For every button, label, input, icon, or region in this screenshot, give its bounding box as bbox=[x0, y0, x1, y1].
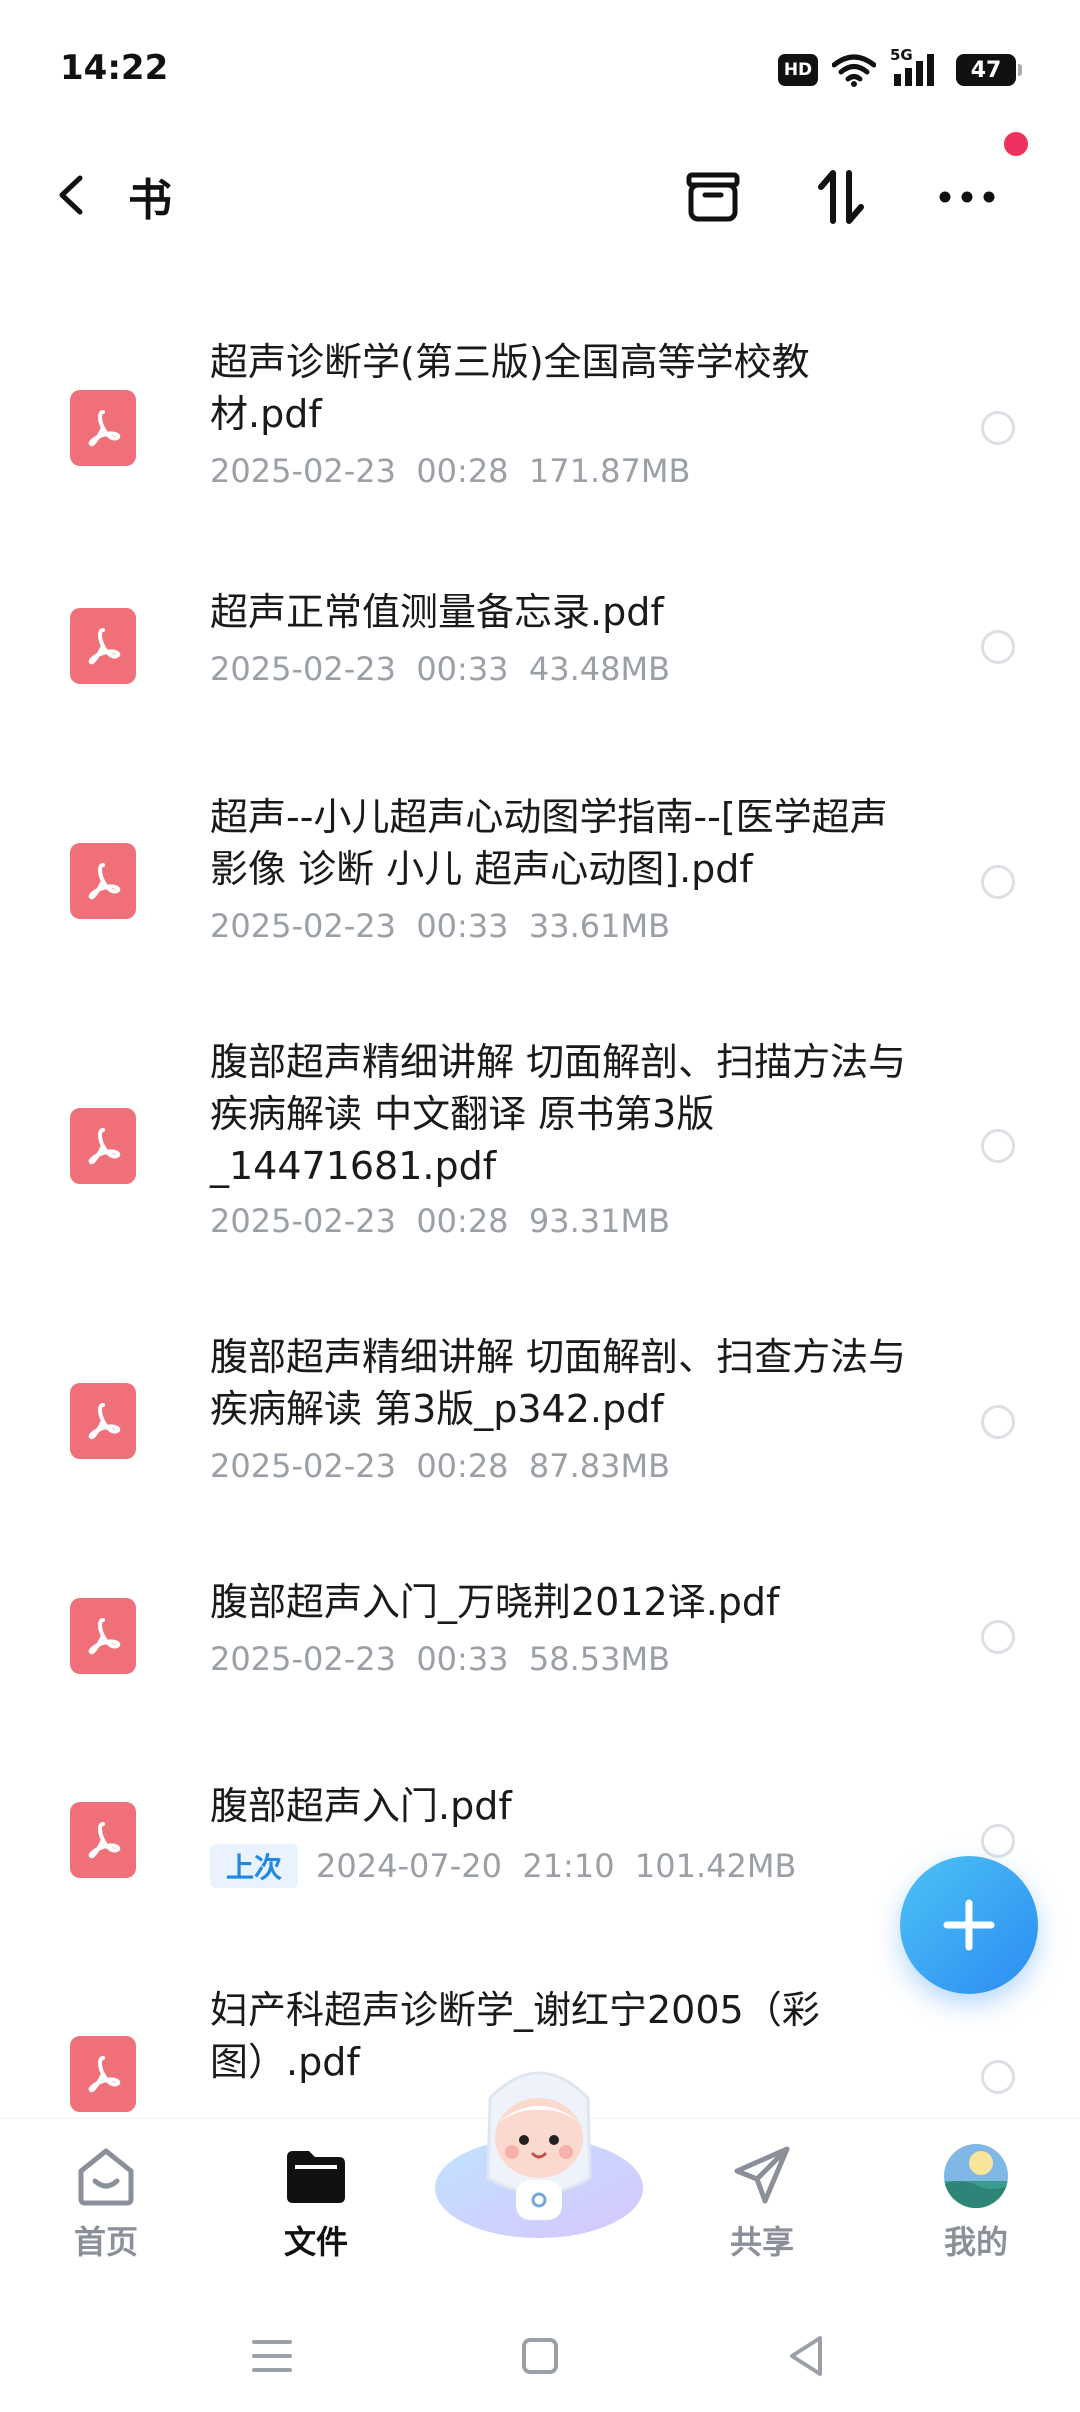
select-checkbox[interactable] bbox=[981, 865, 1015, 899]
pdf-file-icon bbox=[70, 390, 136, 466]
file-meta-text: 2025-02-23 00:28 93.31MB bbox=[210, 1202, 671, 1240]
file-item[interactable]: 超声诊断学(第三版)全国高等学校教材.pdf 2025-02-23 00:28 … bbox=[0, 340, 1080, 540]
system-nav-bar bbox=[0, 2300, 1080, 2412]
nav-mine-label: 我的 bbox=[943, 2223, 1008, 2261]
page-title: 书 bbox=[128, 175, 172, 226]
header: 书 bbox=[0, 140, 1080, 250]
sort-button[interactable] bbox=[806, 162, 876, 232]
file-meta: 2025-02-23 00:33 43.48MB bbox=[210, 650, 670, 688]
file-meta: 2025-02-23 00:28 171.87MB bbox=[210, 452, 690, 490]
status-time: 14:22 bbox=[60, 48, 169, 88]
mascot-button[interactable] bbox=[430, 2058, 648, 2240]
select-checkbox[interactable] bbox=[981, 2060, 1015, 2094]
file-list: 超声诊断学(第三版)全国高等学校教材.pdf 2025-02-23 00:28 … bbox=[0, 300, 1080, 2118]
file-meta: 上次 2024-07-20 21:10 101.42MB bbox=[210, 1844, 796, 1888]
pdf-file-icon bbox=[70, 1598, 136, 1674]
nav-share[interactable]: 共享 bbox=[692, 2119, 832, 2301]
nav-mine[interactable]: 我的 bbox=[906, 2119, 1046, 2301]
select-checkbox[interactable] bbox=[981, 1129, 1015, 1163]
pdf-file-icon bbox=[70, 2036, 136, 2112]
pdf-file-icon bbox=[70, 1383, 136, 1459]
cell-signal-icon: 5G bbox=[890, 46, 942, 88]
back-icon[interactable] bbox=[48, 170, 98, 220]
file-meta-text: 2025-02-23 00:33 58.53MB bbox=[210, 1640, 671, 1678]
file-name: 腹部超声精细讲解 切面解剖、扫查方法与疾病解读 第3版_p342.pdf bbox=[210, 1335, 907, 1431]
select-checkbox[interactable] bbox=[981, 1405, 1015, 1439]
notification-dot bbox=[1004, 132, 1028, 156]
file-name: 超声诊断学(第三版)全国高等学校教材.pdf bbox=[210, 340, 810, 436]
triangle-back-icon bbox=[790, 2336, 822, 2376]
folder-icon bbox=[281, 2141, 351, 2211]
battery-icon: 47 bbox=[956, 54, 1022, 86]
status-bar: 14:22 HD 5G 47 bbox=[0, 0, 1080, 140]
file-item[interactable]: 腹部超声精细讲解 切面解剖、扫查方法与疾病解读 第3版_p342.pdf 202… bbox=[0, 1335, 1080, 1535]
file-name: 超声正常值测量备忘录.pdf bbox=[210, 590, 664, 634]
home-icon bbox=[71, 2141, 141, 2211]
file-name: 腹部超声入门_万晓荆2012译.pdf bbox=[210, 1580, 780, 1624]
select-checkbox[interactable] bbox=[981, 630, 1015, 664]
file-name: 超声--小儿超声心动图学指南--[医学超声 影像 诊断 小儿 超声心动图].pd… bbox=[210, 795, 888, 891]
file-meta: 2025-02-23 00:28 93.31MB bbox=[210, 1202, 670, 1240]
archive-button[interactable] bbox=[678, 162, 748, 232]
pdf-file-icon bbox=[70, 608, 136, 684]
file-meta: 2025-02-23 00:28 87.83MB bbox=[210, 1447, 670, 1485]
plus-icon bbox=[943, 1899, 995, 1951]
file-meta: 2025-02-23 00:33 58.53MB bbox=[210, 1640, 670, 1678]
file-item[interactable]: 超声--小儿超声心动图学指南--[医学超声 影像 诊断 小儿 超声心动图].pd… bbox=[0, 795, 1080, 995]
share-icon bbox=[727, 2141, 797, 2211]
menu-nav-button[interactable] bbox=[242, 2326, 302, 2386]
status-icons: HD 5G 47 bbox=[778, 46, 1022, 88]
select-checkbox[interactable] bbox=[981, 1824, 1015, 1858]
select-checkbox[interactable] bbox=[981, 1620, 1015, 1654]
avatar bbox=[941, 2141, 1011, 2211]
file-meta-text: 2025-02-23 00:33 43.48MB bbox=[210, 650, 671, 688]
file-item[interactable]: 腹部超声精细讲解 切面解剖、扫描方法与疾病解读 中文翻译 原书第3版_14471… bbox=[0, 1040, 1080, 1290]
file-meta-text: 2025-02-23 00:28 171.87MB bbox=[210, 452, 691, 490]
file-item[interactable]: 腹部超声入门_万晓荆2012译.pdf 2025-02-23 00:33 58.… bbox=[0, 1580, 1080, 1730]
pdf-file-icon bbox=[70, 1802, 136, 1878]
back-nav-button[interactable] bbox=[776, 2326, 836, 2386]
hd-badge: HD bbox=[778, 54, 818, 86]
nav-files[interactable]: 文件 bbox=[246, 2119, 386, 2301]
file-item[interactable]: 超声正常值测量备忘录.pdf 2025-02-23 00:33 43.48MB bbox=[0, 590, 1080, 740]
more-button[interactable] bbox=[932, 162, 1002, 232]
file-name: 腹部超声精细讲解 切面解剖、扫描方法与疾病解读 中文翻译 原书第3版_14471… bbox=[210, 1040, 907, 1188]
menu-icon bbox=[252, 2340, 292, 2372]
file-meta: 2025-02-23 00:33 33.61MB bbox=[210, 907, 670, 945]
home-nav-button[interactable] bbox=[510, 2326, 570, 2386]
pdf-file-icon bbox=[70, 1108, 136, 1184]
select-checkbox[interactable] bbox=[981, 411, 1015, 445]
nav-home-label: 首页 bbox=[73, 2223, 138, 2261]
add-button[interactable] bbox=[900, 1856, 1038, 1994]
file-meta-text: 2024-07-20 21:10 101.42MB bbox=[316, 1847, 797, 1885]
pdf-file-icon bbox=[70, 843, 136, 919]
file-meta-text: 2025-02-23 00:28 87.83MB bbox=[210, 1447, 671, 1485]
square-icon bbox=[522, 2338, 558, 2374]
file-meta-text: 2025-02-23 00:33 33.61MB bbox=[210, 907, 671, 945]
nav-home[interactable]: 首页 bbox=[36, 2119, 176, 2301]
sort-icon bbox=[818, 170, 864, 224]
archive-icon bbox=[686, 172, 740, 222]
wifi-icon bbox=[832, 54, 876, 87]
last-opened-badge: 上次 bbox=[210, 1844, 299, 1888]
file-name: 腹部超声入门.pdf bbox=[210, 1784, 512, 1828]
mascot-icon bbox=[435, 2071, 643, 2238]
nav-share-label: 共享 bbox=[729, 2223, 794, 2261]
nav-files-label: 文件 bbox=[283, 2223, 348, 2261]
more-icon bbox=[939, 191, 995, 203]
